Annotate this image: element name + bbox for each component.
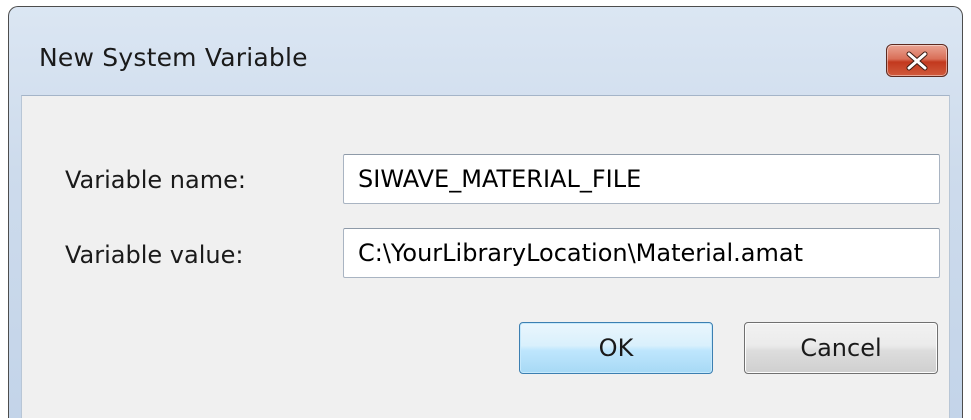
variable-name-input[interactable] — [343, 154, 940, 204]
variable-name-label: Variable name: — [65, 166, 246, 194]
ok-button[interactable]: OK — [519, 322, 713, 374]
dialog-body: Variable name: Variable value: OK Cancel — [21, 95, 950, 418]
variable-value-input[interactable] — [343, 228, 940, 278]
cancel-button[interactable]: Cancel — [744, 322, 938, 374]
variable-value-label: Variable value: — [65, 241, 244, 269]
close-button[interactable] — [886, 44, 948, 77]
dialog-title: New System Variable — [39, 43, 308, 72]
close-x-icon — [906, 51, 928, 70]
title-bar[interactable]: New System Variable — [9, 7, 962, 95]
dialog-window: New System Variable Variable name: Varia… — [8, 6, 963, 418]
